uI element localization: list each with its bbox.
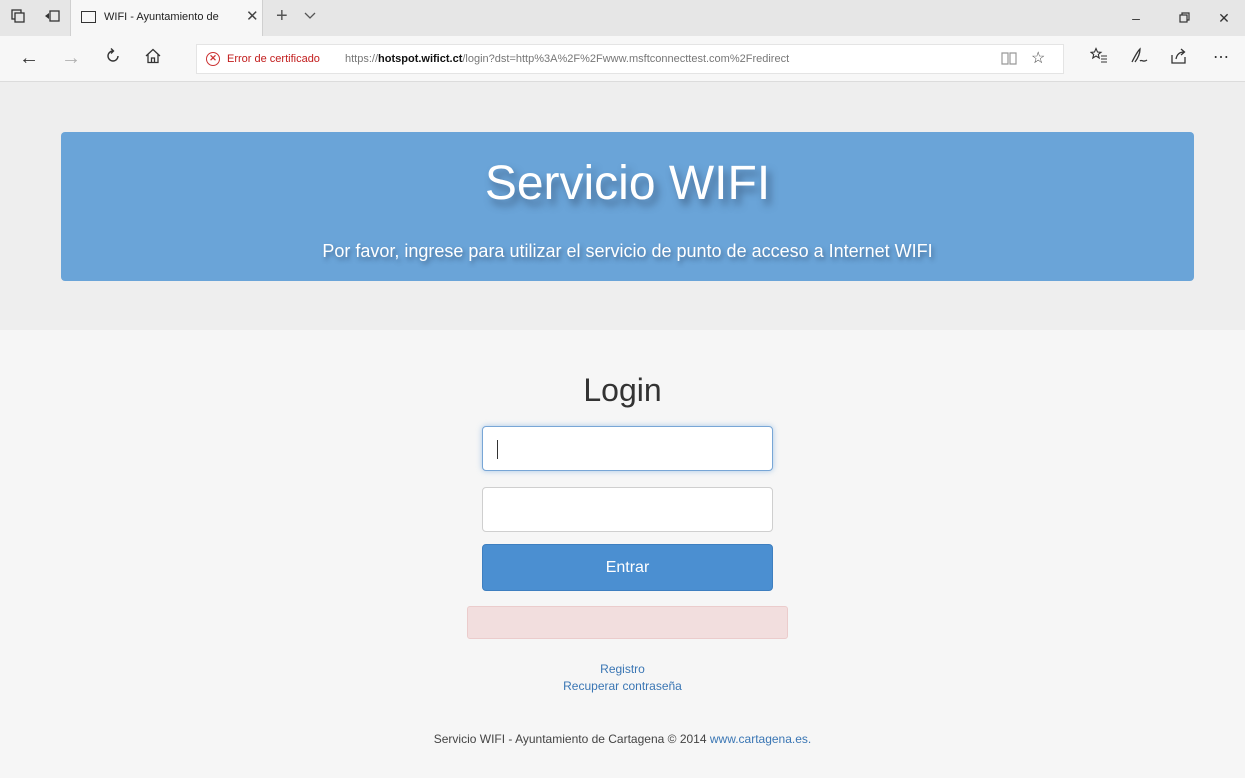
footer-link[interactable]: www.cartagena.es. [710, 732, 811, 746]
error-alert [467, 606, 788, 639]
tab-title: WIFI - Ayuntamiento de [104, 11, 219, 23]
recover-password-link[interactable]: Recuperar contraseña [563, 679, 682, 693]
close-tab-icon[interactable]: ✕ [246, 8, 259, 26]
footer: Servicio WIFI - Ayuntamiento de Cartagen… [0, 732, 1245, 746]
address-bar[interactable]: ✕ Error de certificado https://hotspot.w… [196, 44, 1064, 74]
more-icon[interactable]: ⋯ [1210, 47, 1232, 69]
new-tab-icon[interactable]: + [276, 6, 288, 26]
footer-text: Servicio WIFI - Ayuntamiento de Cartagen… [433, 732, 707, 746]
certificate-error-icon[interactable]: ✕ [206, 52, 220, 66]
reading-view-icon[interactable] [1000, 50, 1018, 71]
hero-banner: Servicio WIFI Por favor, ingrese para ut… [61, 132, 1194, 281]
forward-icon[interactable]: → [60, 47, 82, 69]
login-title: Login [583, 372, 662, 408]
register-link[interactable]: Registro [600, 662, 645, 676]
certificate-error-label[interactable]: Error de certificado [227, 53, 320, 65]
favorite-star-icon[interactable]: ☆ [1031, 50, 1045, 68]
close-window-icon[interactable]: ✕ [1214, 8, 1234, 28]
text-cursor [497, 440, 498, 459]
set-aside-tabs-icon[interactable] [44, 9, 60, 25]
page-content: Servicio WIFI Por favor, ingrese para ut… [0, 82, 1245, 778]
chevron-down-icon[interactable] [304, 7, 316, 25]
minimize-icon[interactable]: – [1126, 8, 1146, 28]
tab-bar: WIFI - Ayuntamiento de ✕ + – ✕ [0, 0, 1245, 36]
password-field[interactable] [482, 487, 773, 532]
username-field[interactable] [482, 426, 773, 471]
page-icon [81, 11, 96, 23]
restore-icon[interactable] [1174, 8, 1194, 28]
url-text[interactable]: https://hotspot.wifict.ct/login?dst=http… [345, 53, 789, 65]
tab-active[interactable]: WIFI - Ayuntamiento de ✕ [70, 0, 263, 36]
hero-title: Servicio WIFI [484, 157, 771, 210]
refresh-icon[interactable] [102, 47, 124, 69]
login-button[interactable]: Entrar [482, 544, 773, 591]
back-icon[interactable]: ← [18, 47, 40, 69]
share-icon[interactable] [1168, 47, 1190, 69]
header-band: Servicio WIFI Por favor, ingrese para ut… [0, 82, 1245, 330]
favorites-hub-icon[interactable] [1088, 47, 1110, 69]
tab-actions-icon[interactable] [10, 9, 26, 25]
home-icon[interactable] [142, 47, 164, 69]
hero-subtitle: Por favor, ingrese para utilizar el serv… [322, 241, 933, 261]
navigation-bar: ← → ✕ Error de certificado https://hotsp… [0, 36, 1245, 82]
web-note-icon[interactable] [1128, 47, 1150, 69]
